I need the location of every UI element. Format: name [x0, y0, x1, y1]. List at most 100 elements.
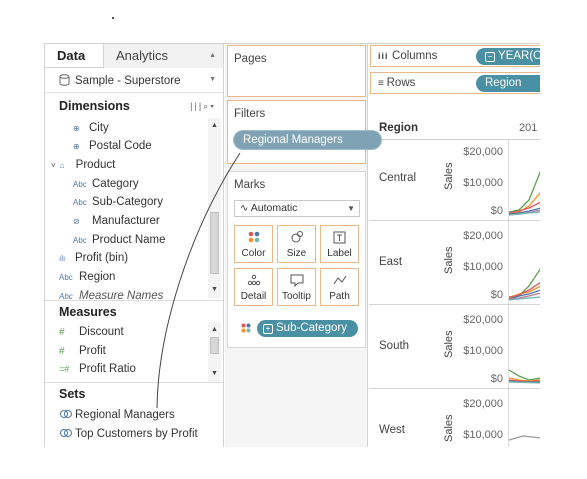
columns-pill[interactable]: −YEAR(Or [476, 48, 540, 65]
detail-label: Detail [240, 291, 267, 302]
field-sub-category[interactable]: Abc Sub-Category [73, 193, 163, 211]
field-label: Manufacturer [92, 215, 160, 227]
set-regional-managers[interactable]: Regional Managers [59, 406, 175, 424]
region-central[interactable]: Central [379, 172, 416, 184]
tab-analytics-label: Analytics [116, 48, 169, 63]
tick-label: $10,000 [463, 345, 503, 357]
region-west[interactable]: West [379, 424, 405, 436]
label-button[interactable]: Label [320, 225, 359, 263]
columns-shelf[interactable]: iii Columns −YEAR(Or [370, 45, 540, 67]
tick-label: $10,000 [463, 177, 503, 189]
rows-shelf[interactable]: ≡ Rows Region [370, 72, 540, 94]
tick-label: $20,000 [463, 398, 503, 410]
set-top-customers[interactable]: Top Customers by Profit [59, 425, 198, 443]
field-label: Product [75, 159, 116, 171]
field-discount[interactable]: # Discount [59, 323, 124, 341]
rows-pill[interactable]: Region [476, 75, 540, 92]
field-profit[interactable]: # Profit [59, 342, 106, 360]
number-icon: # [59, 327, 65, 338]
rows-icon: ≡ [378, 78, 387, 89]
field-city[interactable]: ⊕ City [73, 119, 109, 137]
field-label: Discount [79, 326, 124, 338]
year-column-header[interactable]: 201 [519, 122, 537, 134]
field-profit-ratio[interactable]: =# Profit Ratio [59, 360, 136, 378]
line-marks[interactable] [509, 140, 540, 447]
set-label: Regional Managers [75, 409, 175, 421]
color-label: Color [241, 248, 266, 259]
set-label: Top Customers by Profit [75, 428, 198, 440]
bin-icon: ılı [59, 254, 66, 263]
tick-label: $10,000 [463, 429, 503, 441]
plus-icon[interactable]: + [263, 324, 273, 334]
region-south[interactable]: South [379, 340, 409, 352]
rows-label: Rows [386, 77, 416, 89]
field-manufacturer[interactable]: ⊘ Manufacturer [73, 212, 160, 230]
abc-icon: Abc [59, 273, 73, 282]
mark-type-select[interactable]: ∿ Automatic ▼ [234, 200, 360, 217]
tab-analytics[interactable]: Analytics ▲ ▼ [103, 44, 223, 83]
field-postal-code[interactable]: ⊕ Postal Code [73, 137, 152, 155]
tick-label: $20,000 [463, 230, 503, 242]
field-label: Sub-Category [92, 196, 163, 208]
tooltip-button[interactable]: Tooltip [277, 268, 316, 306]
globe-icon: ⊕ [73, 124, 80, 133]
subcategory-pill-label: Sub-Category [276, 322, 347, 334]
field-product-name[interactable]: Abc Product Name [73, 231, 166, 249]
path-label: Path [329, 291, 350, 302]
globe-icon: ⊕ [73, 142, 80, 151]
tableau-workspace: Data Analytics ▲ ▼ Sample - Superstore Di… [44, 43, 540, 447]
sets-heading: Sets [59, 387, 86, 401]
color-button[interactable]: Color [234, 225, 273, 263]
field-label: Profit (bin) [75, 252, 129, 264]
field-category[interactable]: Abc Category [73, 175, 139, 193]
scroll-down-icon[interactable]: ▼ [208, 284, 221, 296]
field-label: Region [79, 271, 116, 283]
east-lines [509, 268, 540, 301]
scroll-down-icon[interactable]: ▼ [208, 368, 221, 380]
tooltip-label: Tooltip [282, 291, 311, 302]
columns-label: Columns [392, 50, 438, 62]
path-icon [321, 269, 358, 291]
subcategory-pill[interactable]: + Sub-Category [257, 320, 358, 337]
scroll-up-icon[interactable]: ▲ [208, 324, 221, 336]
scroll-thumb[interactable] [210, 212, 219, 274]
text-label-icon [321, 226, 358, 248]
size-button[interactable]: Size [277, 225, 316, 263]
stray-dot [112, 17, 114, 19]
field-label: Profit [79, 345, 106, 357]
expand-icon[interactable]: − [485, 52, 495, 62]
field-profit-bin[interactable]: ılı Profit (bin) [59, 249, 128, 267]
hierarchy-icon: ⌂ [59, 161, 65, 170]
detail-icon [235, 269, 272, 291]
detail-button[interactable]: Detail [234, 268, 273, 306]
tab-data[interactable]: Data [45, 44, 103, 68]
region-east[interactable]: East [379, 256, 402, 268]
field-product[interactable]: ˅ ⌂ Product [51, 156, 115, 174]
field-region[interactable]: Abc Region [59, 268, 115, 286]
columns-icon: iii [378, 51, 393, 61]
pages-shelf[interactable]: Pages [227, 45, 366, 97]
dragged-filter-pill[interactable]: Regional Managers [234, 131, 381, 149]
columns-shelf-label: iii Columns [378, 46, 437, 67]
path-button[interactable]: Path [320, 268, 359, 306]
color-icon [235, 226, 272, 248]
tick-label: $20,000 [463, 314, 503, 326]
abc-icon: Abc [73, 180, 87, 189]
dropdown-icon[interactable]: ▾ [210, 101, 216, 111]
tick-label: $10,000 [463, 261, 503, 273]
scroll-up-icon[interactable]: ▲ [208, 120, 221, 132]
dimensions-scrollbar[interactable]: ▲ ▼ [208, 118, 221, 298]
region-column-header[interactable]: Region [379, 122, 418, 134]
set-icon [60, 429, 72, 437]
collapse-chevron-icon[interactable]: ˅ [51, 161, 56, 170]
marks-card: Marks ∿ Automatic ▼ Color Size Label Det… [227, 171, 366, 348]
measures-scrollbar[interactable]: ▲ ▼ [208, 322, 221, 382]
view-toggle-icon[interactable]: ||| [190, 101, 203, 111]
database-icon [59, 74, 70, 86]
divider [45, 382, 223, 383]
caret-down-icon: ▼ [347, 204, 355, 213]
datasource-row[interactable]: Sample - Superstore [45, 69, 223, 93]
scroll-thumb[interactable] [210, 337, 219, 354]
label-label: Label [327, 248, 352, 259]
data-pane: Data Analytics ▲ ▼ Sample - Superstore Di… [45, 44, 224, 447]
